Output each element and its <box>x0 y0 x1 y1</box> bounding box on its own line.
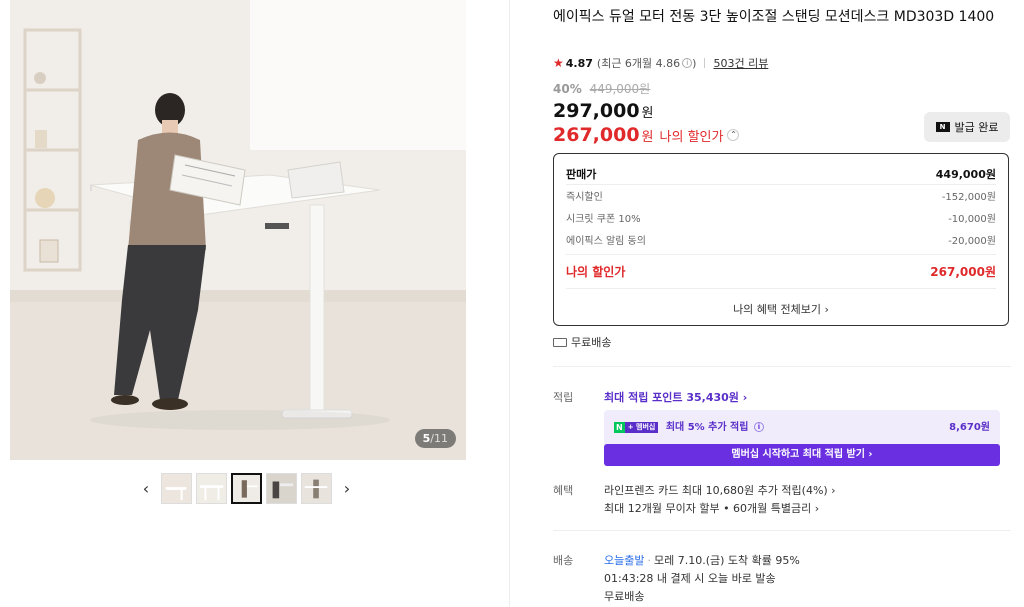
original-price: 449,000원 <box>589 82 651 96</box>
thumbnail-5[interactable] <box>301 473 332 504</box>
star-icon: ★ <box>553 56 564 70</box>
coupon-issued-button[interactable]: N 발급 완료 <box>924 112 1010 142</box>
breakdown-row-base: 판매가 449,000원 <box>566 166 996 182</box>
coupon-label: 발급 완료 <box>954 121 999 134</box>
section-divider <box>553 366 1011 367</box>
section-divider <box>553 530 1011 531</box>
rating-recent: (최근 6개월 4.86 <box>596 57 681 70</box>
info-icon[interactable]: i <box>682 58 693 68</box>
breakdown-mine-value: 267,000원 <box>930 265 996 279</box>
free-shipping-label: 무료배송 <box>571 336 612 349</box>
membership-extra-value: 8,670원 <box>949 422 990 433</box>
points-label: 적립 <box>553 391 574 404</box>
breakdown-label: 판매가 <box>566 168 597 181</box>
chevron-up-icon[interactable]: ⌃ <box>727 129 740 141</box>
max-points-link[interactable]: 최대 적립 포인트 35,430원 › <box>604 389 747 405</box>
breakdown-value: 449,000원 <box>935 168 996 181</box>
image-counter-total: /11 <box>430 432 448 445</box>
product-photo-illustration <box>10 0 466 460</box>
view-all-benefits-link[interactable]: 나의 혜택 전체보기 › <box>554 301 1008 317</box>
info-icon[interactable]: i <box>753 422 764 432</box>
breakdown-value: -20,000원 <box>948 236 996 247</box>
breakdown-row-alarm: 에이픽스 알림 동의 -20,000원 <box>566 232 996 247</box>
start-membership-button[interactable]: 멤버십 시작하고 최대 적립 받기 › <box>604 444 1000 466</box>
column-divider <box>509 0 510 607</box>
membership-extra-row: N + 멤버십 최대 5% 추가 적립 i 8,670원 <box>614 418 990 433</box>
thumbnail-2[interactable] <box>196 473 227 504</box>
breakdown-divider <box>566 184 996 185</box>
benefits-label: 혜택 <box>553 484 574 497</box>
coupon-icon: N <box>935 122 950 132</box>
my-price-unit: 원 <box>641 130 654 145</box>
my-price-label: 나의 할인가 <box>659 130 724 145</box>
rating-separator <box>704 58 706 68</box>
card-benefit-link[interactable]: 라인프렌즈 카드 최대 10,680원 추가 적립(4%) › <box>604 482 836 498</box>
membership-box: N + 멤버십 최대 5% 추가 적립 i 8,670원 멤버십 시작하고 최대 … <box>604 410 1000 466</box>
breakdown-divider <box>566 288 996 289</box>
today-dispatch-badge: 오늘출발 <box>604 554 645 567</box>
thumbnail-next-arrow[interactable]: › <box>336 479 358 498</box>
breakdown-row-secret-coupon: 시크릿 쿠폰 10% -10,000원 <box>566 210 996 225</box>
rating-summary: ★ 4.87 (최근 6개월 4.86 i ) 503건 리뷰 <box>553 55 768 71</box>
thumbnail-3-active[interactable] <box>231 473 262 504</box>
discount-percent: 40% <box>553 82 582 96</box>
breakdown-label: 시크릿 쿠폰 10% <box>566 214 641 225</box>
my-price-value: 267,000 <box>553 124 640 146</box>
rating-score: 4.87 <box>565 56 593 70</box>
delivery-label: 배송 <box>553 554 574 567</box>
delivery-eta: 오늘출발 · 모레 7.10.(금) 도착 확률 95% <box>604 552 800 568</box>
membership-extra-label: 최대 5% 추가 적립 <box>665 422 749 433</box>
membership-badge: + 멤버십 <box>624 421 659 433</box>
original-price-row: 40% 449,000원 <box>553 80 650 97</box>
breakdown-divider <box>566 254 996 255</box>
thumbnail-strip: ‹ › <box>135 473 358 504</box>
truck-icon <box>553 337 567 347</box>
sale-price: 297,000 원 <box>553 100 654 122</box>
installment-benefit-link[interactable]: 최대 12개월 무이자 할부 • 60개월 특별금리 › <box>604 500 819 516</box>
price-breakdown-box: 판매가 449,000원 즉시할인 -152,000원 시크릿 쿠폰 10% -… <box>553 153 1009 326</box>
rating-recent-close: ) <box>692 56 697 70</box>
breakdown-row-instant: 즉시할인 -152,000원 <box>566 188 996 203</box>
sale-price-value: 297,000 <box>553 100 640 122</box>
naver-badge: N <box>614 421 625 433</box>
product-gallery: 5/11 ‹ › <box>10 0 466 504</box>
delivery-dot: · <box>647 554 651 567</box>
breakdown-mine-label: 나의 할인가 <box>566 265 626 279</box>
breakdown-label: 에이픽스 알림 동의 <box>566 236 646 247</box>
breakdown-value: -152,000원 <box>941 192 996 203</box>
my-discount-price[interactable]: 267,000 원 나의 할인가 ⌃ <box>553 124 740 146</box>
product-title: 에이픽스 듀얼 모터 전동 3단 높이조절 스탠딩 모션데스크 MD303D 1… <box>553 9 995 25</box>
delivery-eta-text: 모레 7.10.(금) 도착 확률 95% <box>653 554 800 567</box>
thumbnail-prev-arrow[interactable]: ‹ <box>135 479 157 498</box>
image-counter: 5/11 <box>414 429 456 448</box>
thumbnail-4[interactable] <box>266 473 297 504</box>
sale-price-unit: 원 <box>641 106 654 121</box>
breakdown-row-my-price: 나의 할인가 267,000원 <box>566 263 996 280</box>
delivery-fee: 무료배송 <box>604 590 645 603</box>
free-shipping-note: 무료배송 <box>553 334 611 350</box>
delivery-deadline: 01:43:28 내 결제 시 오늘 바로 발송 <box>604 572 776 585</box>
review-count-link[interactable]: 503건 리뷰 <box>713 55 768 71</box>
thumbnail-1[interactable] <box>161 473 192 504</box>
breakdown-label: 즉시할인 <box>566 192 603 203</box>
product-main-image[interactable]: 5/11 <box>10 0 466 460</box>
breakdown-value: -10,000원 <box>948 214 996 225</box>
naver-membership-badge: N + 멤버십 <box>614 421 659 433</box>
